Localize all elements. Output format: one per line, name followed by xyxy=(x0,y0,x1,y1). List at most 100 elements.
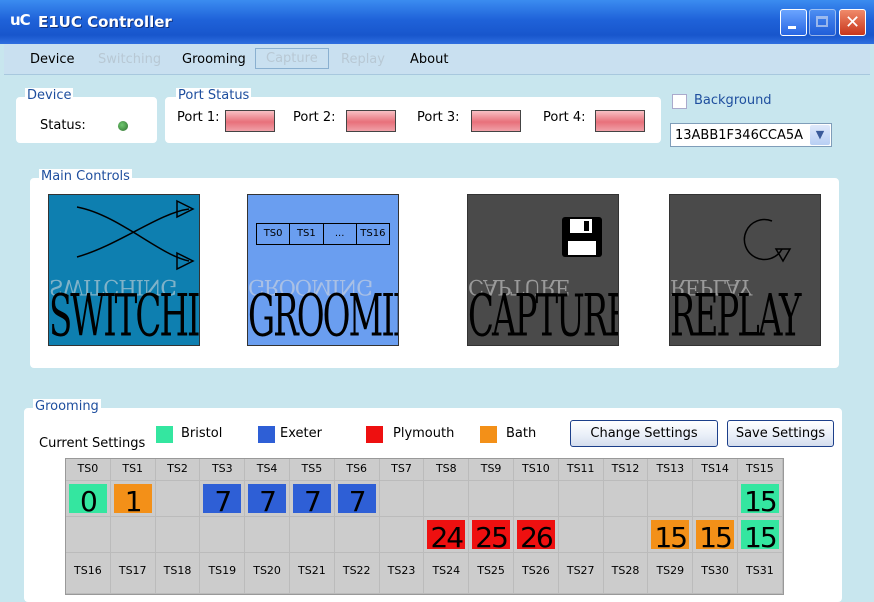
ts-header-bottom: TS20 xyxy=(245,553,290,594)
strip-ts0: TS0 xyxy=(257,224,291,244)
ts-header-bottom: TS19 xyxy=(200,553,246,594)
menu-device[interactable]: Device xyxy=(30,52,74,67)
timeslot-cell[interactable] xyxy=(379,517,425,553)
timeslot-cell[interactable]: 26 xyxy=(514,517,559,554)
menu-about[interactable]: About xyxy=(410,52,448,67)
timeslot-cell[interactable]: 15 xyxy=(693,517,738,554)
background-checkbox[interactable] xyxy=(672,94,687,109)
capture-label: CAPTURE xyxy=(468,283,619,346)
replay-tile[interactable]: REPLAY REPLAY xyxy=(669,194,821,346)
ts-header-bottom: TS18 xyxy=(155,553,201,594)
timeslot-cell[interactable]: 15 xyxy=(738,517,783,554)
minimize-button[interactable] xyxy=(780,9,807,36)
timeslot-cell[interactable] xyxy=(558,481,604,517)
timeslot-grid: TS0 0 TS16 TS1 1 TS17 TS2 TS18 TS3 7 TS19 TS4 7 TS20 T… xyxy=(65,458,784,595)
timeslot-cell[interactable]: 25 xyxy=(469,517,514,554)
change-settings-button[interactable]: Change Settings xyxy=(570,420,718,447)
timeslot-value: 26 xyxy=(517,520,555,554)
timeslot-cell[interactable] xyxy=(469,481,514,517)
timeslot-cell[interactable] xyxy=(155,481,201,517)
timeslot-value: 15 xyxy=(741,520,779,554)
timeslot-cell[interactable] xyxy=(424,481,470,517)
timeslot-value: 24 xyxy=(427,520,466,554)
ts-header-top: TS10 xyxy=(514,459,559,481)
ts-header-bottom: TS26 xyxy=(514,553,559,594)
timeslot-cell[interactable] xyxy=(110,517,156,553)
timeslot-value: 7 xyxy=(203,484,242,518)
floppy-disk-icon xyxy=(562,217,602,257)
timeslot-cell[interactable]: 0 xyxy=(66,481,111,518)
menu-grooming[interactable]: Grooming xyxy=(182,52,246,67)
menu-capture[interactable]: Capture xyxy=(255,48,329,69)
ts-header-top: TS0 xyxy=(66,459,111,481)
device-select[interactable]: 13ABB1F346CCA5A ▼ xyxy=(670,123,832,147)
switch-arrows-icon xyxy=(76,199,195,271)
port-4-label: Port 4: xyxy=(543,110,586,125)
timeslot-cell[interactable] xyxy=(514,481,559,517)
timeslot-cell[interactable]: 7 xyxy=(200,481,246,518)
ts-header-top: TS5 xyxy=(290,459,335,481)
status-label: Status: xyxy=(40,118,86,133)
timeslot-value: 15 xyxy=(651,520,690,554)
ts-header-top: TS9 xyxy=(469,459,514,481)
timeslot-cell[interactable] xyxy=(155,517,201,553)
timeslot-cell[interactable] xyxy=(245,517,290,553)
ts-header-bottom: TS30 xyxy=(693,553,738,594)
timeslot-cell[interactable] xyxy=(334,517,380,553)
legend-bath-swatch xyxy=(480,426,497,443)
timeslot-cell[interactable] xyxy=(693,481,738,517)
ts-header-top: TS8 xyxy=(424,459,470,481)
timeslot-cell[interactable] xyxy=(603,517,649,553)
port-2-label: Port 2: xyxy=(293,110,336,125)
timeslot-value: 7 xyxy=(248,484,286,518)
background-label: Background xyxy=(694,93,772,108)
ts-header-bottom: TS27 xyxy=(558,553,604,594)
title-bar[interactable]: uC E1UC Controller ✕ xyxy=(0,0,874,44)
timeslot-cell[interactable] xyxy=(603,481,649,517)
port-status-label: Port Status xyxy=(176,88,252,103)
legend-exeter-swatch xyxy=(258,426,275,443)
maximize-button[interactable] xyxy=(809,9,836,36)
timeslot-cell[interactable]: 7 xyxy=(334,481,380,518)
timeslot-cell[interactable]: 15 xyxy=(738,481,783,518)
save-settings-button[interactable]: Save Settings xyxy=(727,420,834,447)
timeslot-cell[interactable] xyxy=(66,517,111,553)
ts-header-top: TS15 xyxy=(738,459,783,481)
timeslot-cell[interactable] xyxy=(290,517,335,553)
grooming-tile[interactable]: TS0 TS1 ... TS16 GROOMING GROOMING xyxy=(247,194,399,346)
port-3-indicator xyxy=(471,110,521,132)
timeslot-cell[interactable]: 1 xyxy=(110,481,156,518)
ts-header-top: TS6 xyxy=(334,459,380,481)
menu-switching[interactable]: Switching xyxy=(98,52,161,67)
switching-tile[interactable]: SWITCHING SWITCHING xyxy=(48,194,200,346)
capture-tile[interactable]: CAPTURE CAPTURE xyxy=(467,194,619,346)
menu-replay[interactable]: Replay xyxy=(341,52,385,67)
ts-header-bottom: TS21 xyxy=(290,553,335,594)
close-button[interactable]: ✕ xyxy=(839,9,866,36)
strip-ellipsis: ... xyxy=(324,224,357,244)
timeslot-cell[interactable] xyxy=(379,481,425,517)
timeslot-value: 15 xyxy=(696,520,734,554)
timeslot-cell[interactable] xyxy=(558,517,604,553)
timeslot-cell[interactable] xyxy=(200,517,246,553)
ts-header-top: TS11 xyxy=(558,459,604,481)
ts-header-bottom: TS29 xyxy=(648,553,694,594)
timeslot-cell[interactable]: 15 xyxy=(648,517,694,554)
chevron-down-icon[interactable]: ▼ xyxy=(810,125,830,145)
legend-bath-label: Bath xyxy=(506,426,537,441)
main-controls-label: Main Controls xyxy=(39,169,132,184)
timeslot-cell[interactable] xyxy=(648,481,694,517)
ts-header-bottom: TS22 xyxy=(334,553,380,594)
status-led-icon xyxy=(118,121,128,131)
timeslot-cell[interactable]: 7 xyxy=(245,481,290,518)
grooming-group-label: Grooming xyxy=(33,399,101,414)
ts-header-top: TS4 xyxy=(245,459,290,481)
ts-header-top: TS7 xyxy=(379,459,425,481)
replay-label: REPLAY xyxy=(670,283,801,346)
app-logo-icon: uC xyxy=(10,11,31,29)
close-icon: ✕ xyxy=(844,12,861,33)
timeslot-cell[interactable]: 7 xyxy=(290,481,335,518)
timeslot-cell[interactable]: 24 xyxy=(424,517,470,554)
ts-header-bottom: TS23 xyxy=(379,553,425,594)
timeslot-value: 25 xyxy=(472,520,510,554)
